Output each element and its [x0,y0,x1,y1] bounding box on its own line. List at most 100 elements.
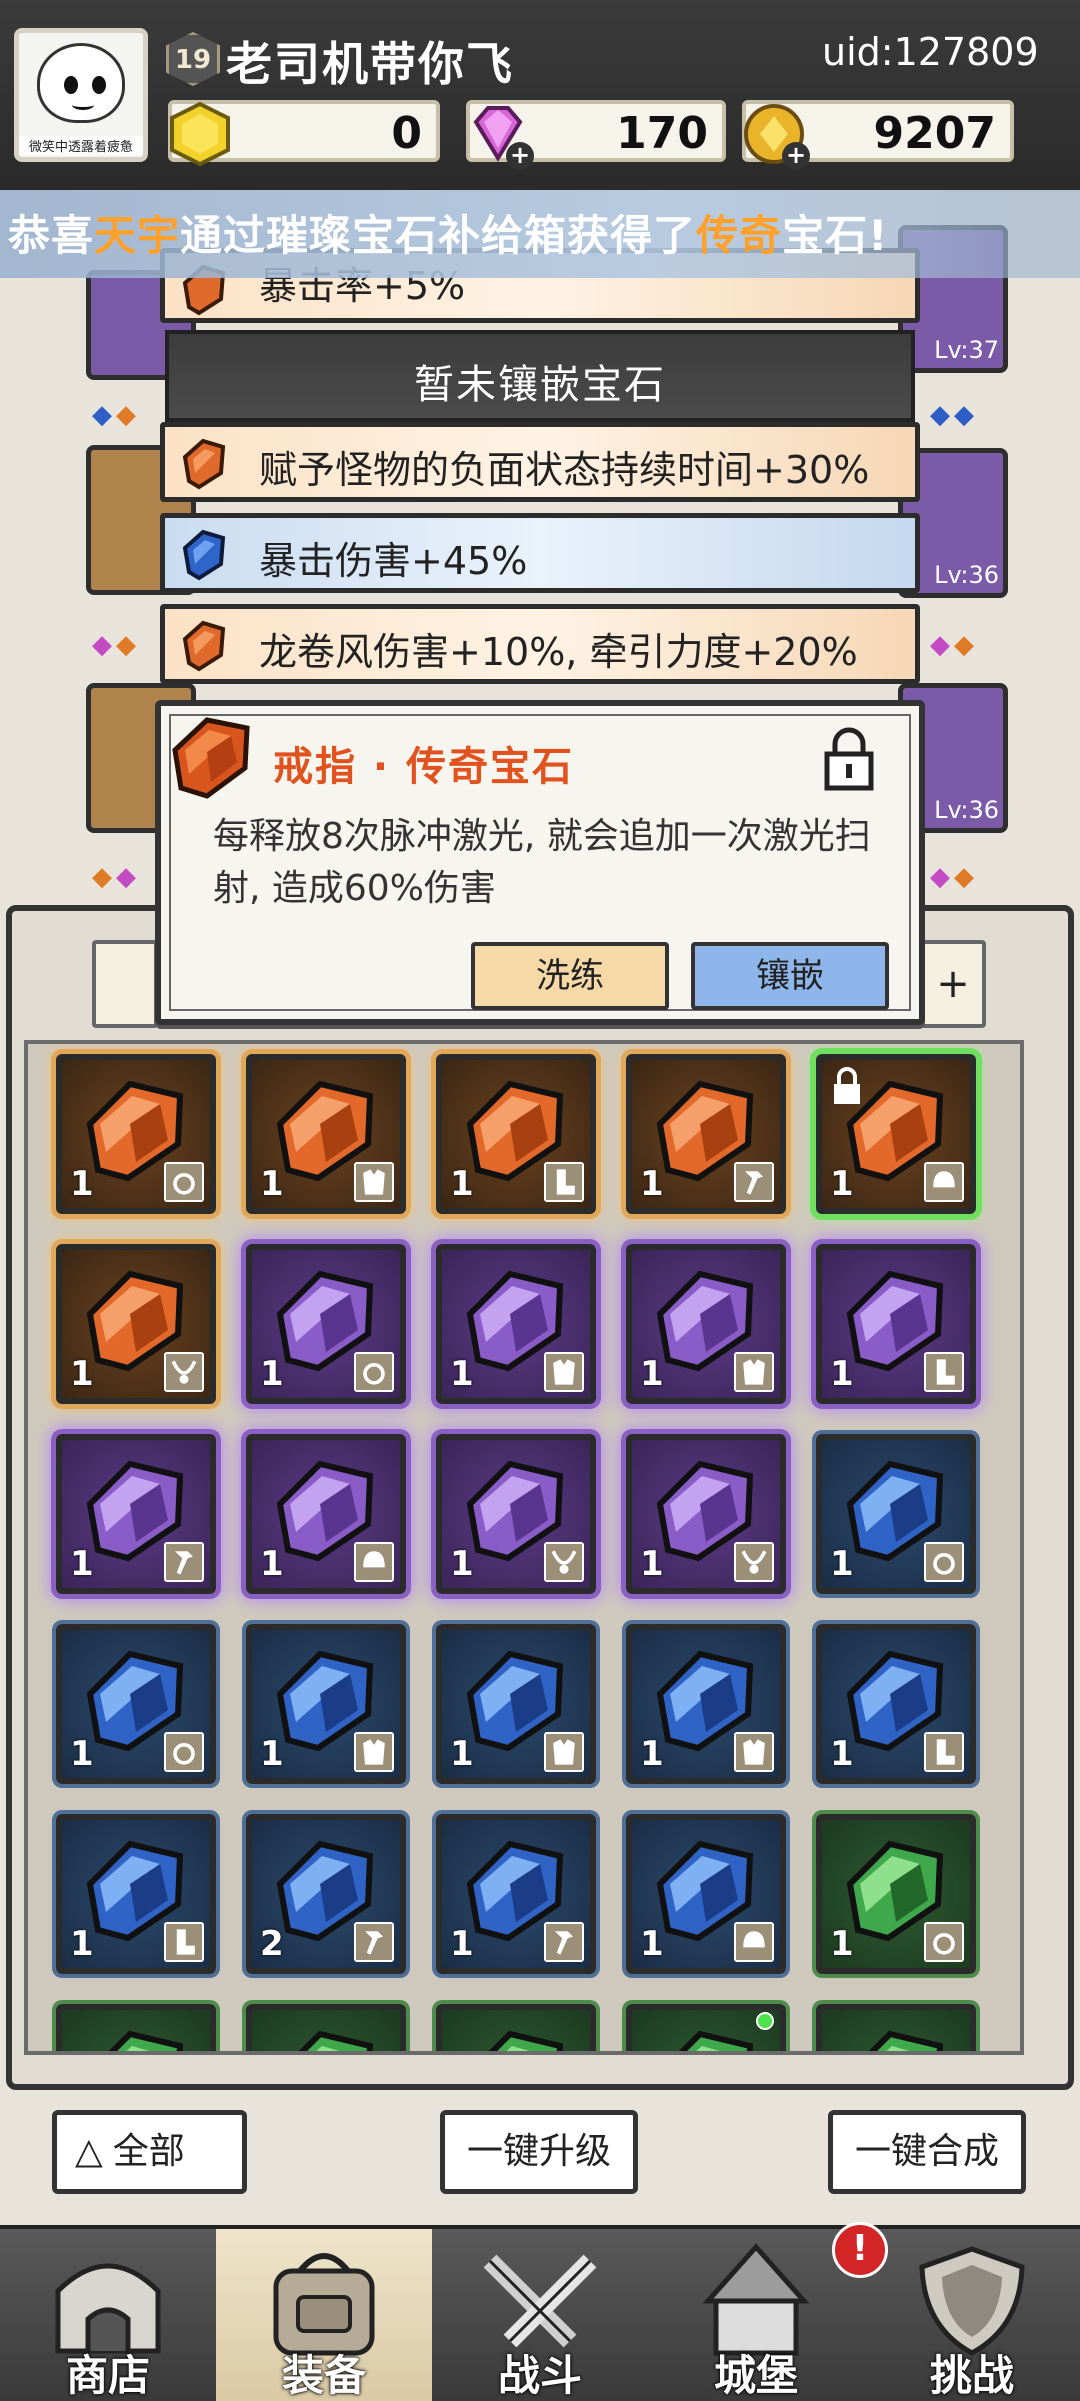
player-avatar[interactable]: 微笑中透露着疲惫 [14,28,148,162]
add-diamond-button[interactable]: + [506,142,534,170]
gold-hexagon-icon [170,101,230,167]
inlay-button[interactable]: 镶嵌 [691,942,889,1010]
gem-count: 1 [830,1924,854,1964]
green-gem-icon [868,2030,944,2051]
nav-label: 商店 [65,2351,150,2400]
gem-cell[interactable]: 1 [56,1814,216,1974]
gem-cell[interactable]: 1 [816,1054,976,1214]
merge-all-button[interactable]: 一键合成 [828,2110,1026,2194]
nav-crossed-swords[interactable]: 战斗 [432,2229,648,2401]
gem-count: 1 [450,1164,474,1204]
player-level-badge: 19 [166,32,220,86]
empty-gem-slot: 暂未镶嵌宝石 [165,330,915,422]
gem-count: 1 [260,1734,284,1774]
gem-cell[interactable]: 1 [626,1814,786,1974]
orange-gem-icon [182,438,226,490]
filter-all-button[interactable]: △ 全部 [52,2110,247,2194]
lock-icon[interactable] [821,726,877,792]
equipment-level: Lv:36 [934,561,999,589]
popup-title: 戒指 · 传奇宝石 [273,744,575,790]
armor-slot-icon [734,1352,774,1392]
gem-cell[interactable]: 1 [246,1434,406,1594]
gem-cell[interactable]: 1 [626,1624,786,1784]
gem-cell[interactable]: 1 [436,1434,596,1594]
gem-cell[interactable]: 1 [626,1054,786,1214]
green-gem-icon [298,2030,374,2051]
gem-count: 1 [830,1544,854,1584]
gem-cell[interactable]: 1 [436,1624,596,1784]
currency-diamond: + 170 [466,100,726,170]
gem-count: 1 [450,1924,474,1964]
gem-cell[interactable]: 1 [246,1244,406,1404]
gem-cell[interactable]: 1 [436,1814,596,1974]
currency-gold-gem: 0 [168,100,440,167]
gem-cell[interactable]: 1 [436,1244,596,1404]
gem-cell[interactable]: 1 [56,1244,216,1404]
gem-cell[interactable]: 1 [816,1244,976,1404]
refine-button[interactable]: 洗练 [471,942,669,1010]
gem-cell[interactable]: 1 [626,1244,786,1404]
gem-detail-popup: 戒指 · 传奇宝石 每释放8次脉冲激光, 就会追加一次激光扫射, 造成60%伤害… [155,700,925,1025]
gem-cell[interactable] [816,2004,976,2051]
announcement-text: 恭喜天宇通过璀璨宝石补给箱获得了传奇宝石! [8,211,889,260]
attribute-row: 龙卷风伤害+10%, 牵引力度+20% [160,604,920,684]
orange-gem-icon [182,620,226,672]
upgrade-all-button[interactable]: 一键升级 [440,2110,638,2194]
socket-indicator: ◆◆ [930,630,978,660]
gem-cell[interactable]: 1 [816,1434,976,1594]
currency-value: 170 [616,108,708,159]
gem-cell[interactable]: 1 [626,1434,786,1594]
helmet-slot-icon [354,1542,394,1582]
add-coin-button[interactable]: + [782,142,810,170]
nav-shop[interactable]: 商店 [0,2229,216,2401]
lock-icon [834,1067,860,1104]
filter-label: 全部 [112,2131,185,2172]
gem-count: 1 [260,1544,284,1584]
gem-count: 1 [640,1924,664,1964]
popup-description: 每释放8次脉冲激光, 就会追加一次激光扫射, 造成60%伤害 [213,816,871,909]
gem-count: 1 [70,1164,94,1204]
green-gem-icon [108,2030,184,2051]
gem-grid[interactable]: 1 1 1 1 1 1 1 1 1 1 1 1 1 1 1 1 1 1 1 1 1 2 1 1 1 [24,1040,1024,2055]
green-gem-icon [488,2030,564,2051]
notification-badge: ! [832,2222,888,2278]
attribute-row: 赋予怪物的负面状态持续时间+30% [160,422,920,502]
gem-cell[interactable]: 1 [816,1814,976,1974]
gem-cell[interactable]: 1 [56,1434,216,1594]
gem-cell[interactable]: 1 [246,1054,406,1214]
gem-cell[interactable]: 1 [246,1624,406,1784]
gem-count: 1 [640,1734,664,1774]
gem-cell[interactable] [246,2004,406,2051]
necklace-slot-icon [164,1352,204,1392]
new-indicator-dot [756,2012,774,2030]
inventory-tab-add[interactable]: + [920,940,986,1028]
gem-cell[interactable] [436,2004,596,2051]
helmet-slot-icon [924,1162,964,1202]
currency-value: 0 [391,108,422,159]
weapon-slot-icon [164,1542,204,1582]
gem-cell[interactable]: 1 [436,1054,596,1214]
socket-indicator: ◆◆ [930,400,978,430]
gem-cell[interactable]: 2 [246,1814,406,1974]
gem-count: 1 [260,1354,284,1394]
gem-cell[interactable] [56,2004,216,2051]
gem-count: 2 [260,1924,284,1964]
nav-backpack[interactable]: 装备 [216,2229,432,2401]
gem-cell[interactable]: 1 [816,1624,976,1784]
currency-coin: + 9207 [742,100,1014,170]
player-name: 老司机带你飞 [226,37,514,91]
gem-cell[interactable] [626,2004,786,2051]
necklace-slot-icon [544,1542,584,1582]
gem-count: 1 [830,1164,854,1204]
gem-cell[interactable]: 1 [56,1054,216,1214]
inventory-tab-shirt[interactable] [92,940,158,1028]
nav-shield[interactable]: 挑战 [864,2229,1080,2401]
announcement-banner: 恭喜天宇通过璀璨宝石补给箱获得了传奇宝石! [0,190,1080,278]
gem-count: 1 [70,1734,94,1774]
socket-indicator: ◆◆ [92,630,140,660]
ring-slot-icon [924,1542,964,1582]
gem-cell[interactable]: 1 [56,1624,216,1784]
helmet-slot-icon [734,1922,774,1962]
gem-count: 1 [640,1354,664,1394]
gem-count: 1 [70,1544,94,1584]
